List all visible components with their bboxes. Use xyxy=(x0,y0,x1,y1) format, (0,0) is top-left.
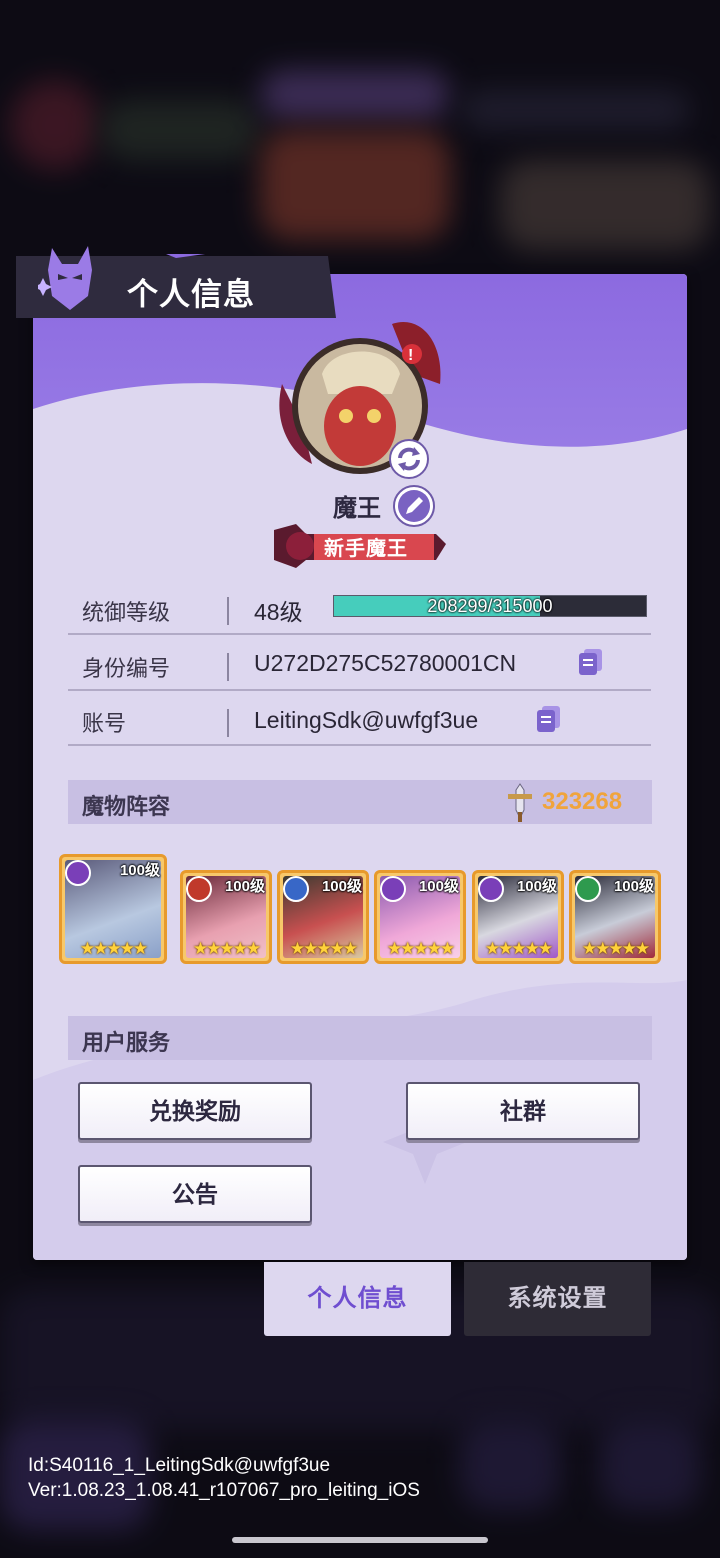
element-icon xyxy=(283,876,309,902)
element-icon xyxy=(65,860,91,886)
lineup-label: 魔物阵容 xyxy=(82,794,171,819)
cat-emblem-icon xyxy=(38,246,92,310)
element-icon xyxy=(380,876,406,902)
element-icon xyxy=(478,876,504,902)
account-value: LeitingSdk@uwfgf3ue xyxy=(254,707,479,733)
xp-progress-text: 208299/315000 xyxy=(427,596,553,616)
monster-stars: ★★★★★ xyxy=(289,939,358,959)
rank-title: 新手魔王 xyxy=(324,538,408,560)
monster-stars: ★★★★★ xyxy=(581,939,650,959)
row-underline xyxy=(68,633,651,635)
monster-card[interactable]: 100级 ★★★★★ xyxy=(374,870,466,964)
monster-level: 100级 xyxy=(321,878,362,895)
element-icon xyxy=(575,876,601,902)
combat-power-icon xyxy=(508,783,532,822)
monster-stars: ★★★★★ xyxy=(484,939,553,959)
player-name: 魔王 xyxy=(333,495,381,522)
change-avatar-icon[interactable] xyxy=(388,438,430,480)
monster-level: 100级 xyxy=(613,878,654,895)
tab-profile[interactable]: 个人信息 xyxy=(264,1262,451,1336)
monster-card[interactable]: 100级 ★★★★★ xyxy=(472,870,564,964)
row-divider xyxy=(227,653,229,681)
id-value: U272D275C52780001CN xyxy=(254,650,517,676)
monster-stars: ★★★★★ xyxy=(386,939,455,959)
monster-level: 100级 xyxy=(224,878,265,895)
element-icon xyxy=(186,876,212,902)
tab-settings[interactable]: 系统设置 xyxy=(464,1262,651,1336)
account-label: 账号 xyxy=(82,711,127,736)
level-label: 统御等级 xyxy=(82,600,171,625)
announcement-button[interactable]: 公告 xyxy=(78,1165,312,1223)
monster-level: 100级 xyxy=(418,878,459,895)
level-value: 48级 xyxy=(254,599,303,625)
monster-level: 100级 xyxy=(516,878,557,895)
redeem-rewards-button[interactable]: 兑换奖励 xyxy=(78,1082,312,1140)
monster-stars: ★★★★★ xyxy=(79,939,148,959)
panel-title: 个人信息 xyxy=(127,277,255,312)
services-label: 用户服务 xyxy=(82,1030,171,1055)
row-divider xyxy=(227,597,229,625)
footer-version-line: Ver:1.08.23_1.08.41_r107067_pro_leiting_… xyxy=(28,1480,420,1501)
services-section-header: 用户服务 xyxy=(68,1016,652,1060)
copy-account-icon[interactable] xyxy=(534,704,564,734)
row-underline xyxy=(68,689,651,691)
monster-card[interactable]: 100级 ★★★★★ xyxy=(180,870,272,964)
monster-card[interactable]: 100级 ★★★★★ xyxy=(59,854,167,964)
monster-level: 100级 xyxy=(119,862,160,879)
id-label: 身份编号 xyxy=(82,656,171,681)
xp-progress-bar: 208299/315000 xyxy=(333,595,647,617)
combat-power-value: 323268 xyxy=(542,788,623,815)
monster-card[interactable]: 100级 ★★★★★ xyxy=(277,870,369,964)
community-button[interactable]: 社群 xyxy=(406,1082,640,1140)
monster-stars: ★★★★★ xyxy=(192,939,261,959)
copy-id-icon[interactable] xyxy=(576,647,606,677)
monster-card[interactable]: 100级 ★★★★★ xyxy=(569,870,661,964)
svg-text:!: ! xyxy=(408,347,413,364)
row-underline xyxy=(68,744,651,746)
home-indicator[interactable] xyxy=(232,1537,488,1543)
footer-id-line: Id:S40116_1_LeitingSdk@uwfgf3ue xyxy=(28,1455,331,1476)
row-divider xyxy=(227,709,229,737)
